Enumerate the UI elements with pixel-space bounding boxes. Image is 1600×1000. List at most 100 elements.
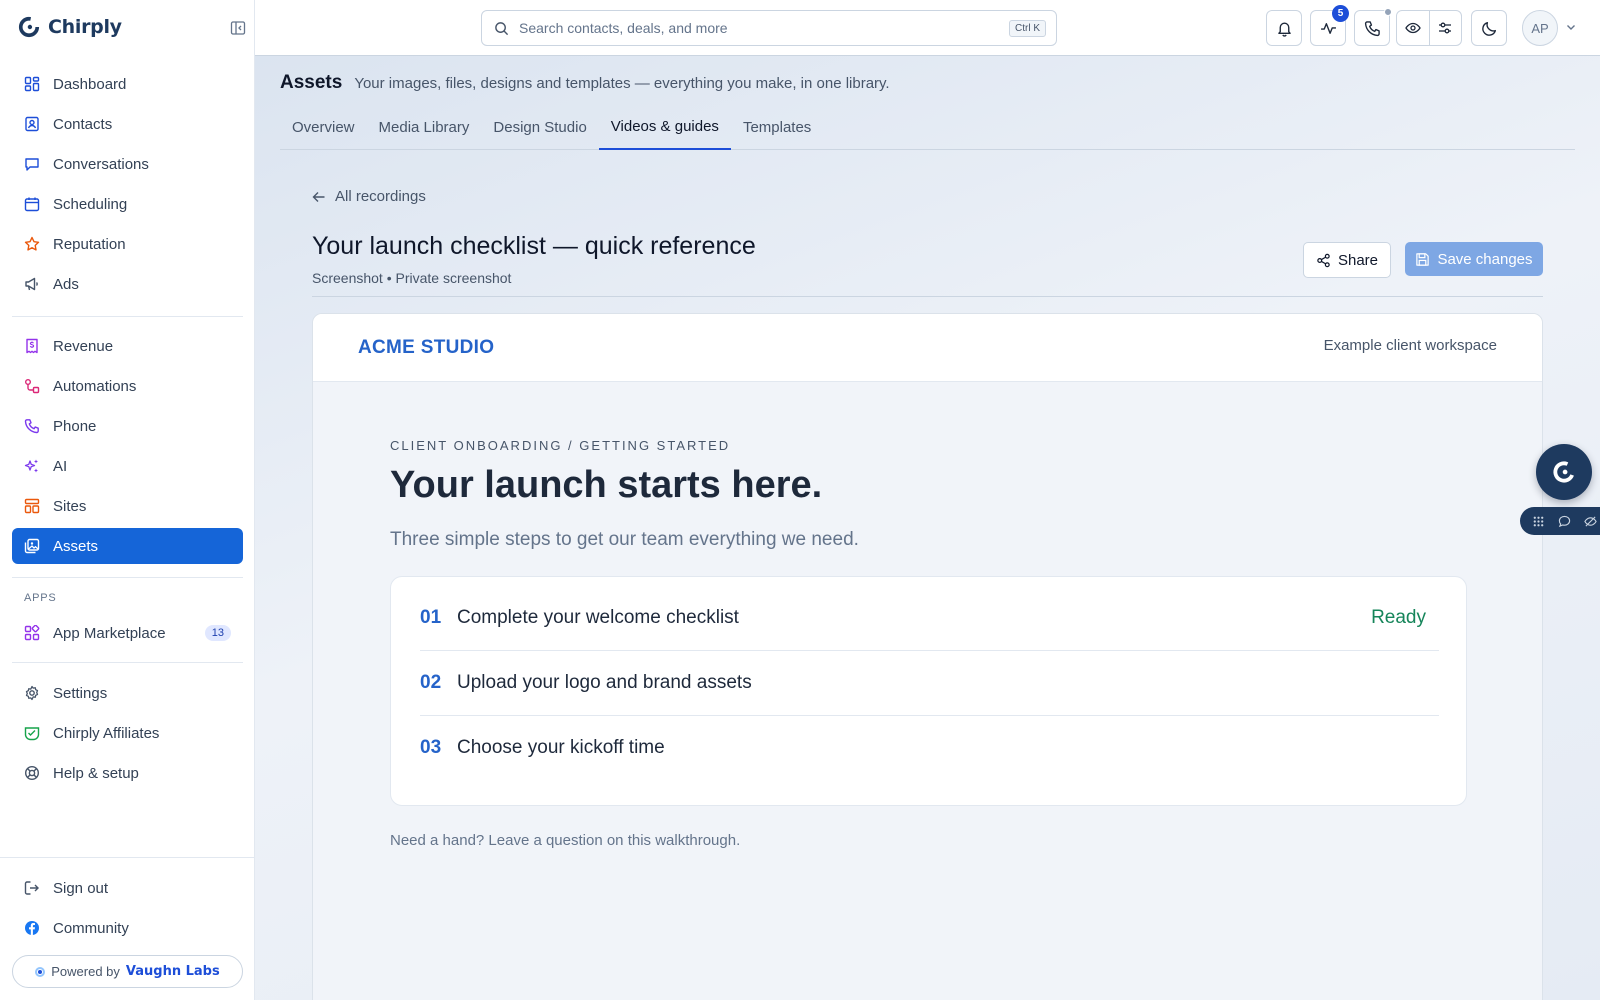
sidebar-item-app-marketplace[interactable]: App Marketplace 13 bbox=[12, 615, 243, 651]
tab-videos-guides[interactable]: Videos & guides bbox=[598, 104, 731, 150]
sidebar-item-assets[interactable]: Assets bbox=[12, 528, 243, 564]
notifications-button[interactable] bbox=[1266, 10, 1302, 46]
header-divider bbox=[312, 296, 1543, 297]
phone-icon bbox=[24, 419, 39, 434]
recording-meta: Screenshot • Private screenshot bbox=[312, 270, 512, 286]
share-icon bbox=[1317, 253, 1330, 267]
phone-icon bbox=[1364, 20, 1380, 36]
eye-icon bbox=[1405, 22, 1421, 34]
save-label: Save changes bbox=[1437, 250, 1533, 268]
sparkles-icon bbox=[24, 459, 38, 473]
moon-icon bbox=[1481, 21, 1496, 36]
step-number: 01 bbox=[420, 607, 442, 628]
dashboard-icon bbox=[24, 76, 40, 92]
step-text: Upload your logo and brand assets bbox=[457, 672, 752, 693]
sidebar-item-community[interactable]: Community bbox=[12, 910, 243, 946]
user-avatar[interactable]: AP bbox=[1522, 10, 1558, 46]
sidebar-item-label: App Marketplace bbox=[53, 624, 166, 642]
phone-status-dot bbox=[1384, 8, 1392, 16]
settings-nav: Settings Chirply Affiliates Help & setup bbox=[12, 675, 243, 795]
sidebar-item-reputation[interactable]: Reputation bbox=[12, 226, 243, 262]
view-options-group bbox=[1396, 10, 1462, 46]
apps-grid-icon bbox=[24, 625, 40, 641]
recording-title: Your launch checklist — quick reference bbox=[312, 232, 756, 260]
theme-toggle-button[interactable] bbox=[1471, 10, 1507, 46]
sidebar-item-revenue[interactable]: Revenue bbox=[12, 328, 243, 364]
back-label: All recordings bbox=[335, 188, 426, 205]
tab-media-library[interactable]: Media Library bbox=[367, 104, 482, 150]
preview-toggle[interactable] bbox=[1397, 11, 1429, 45]
sidebar-item-label: AI bbox=[53, 457, 68, 475]
calendar-icon bbox=[24, 197, 40, 212]
sidebar-item-automations[interactable]: Automations bbox=[12, 368, 243, 404]
receipt-icon bbox=[26, 338, 38, 354]
main-nav: Dashboard Contacts Conversations Schedul… bbox=[12, 66, 243, 306]
comment-icon[interactable] bbox=[1558, 515, 1571, 528]
phone-button[interactable] bbox=[1354, 8, 1392, 46]
sidebar-item-label: Scheduling bbox=[53, 195, 128, 213]
activity-pulse-icon bbox=[1320, 22, 1336, 34]
step-divider bbox=[420, 650, 1439, 651]
sidebar-item-settings[interactable]: Settings bbox=[12, 675, 243, 711]
sidebar-item-dashboard[interactable]: Dashboard bbox=[12, 66, 243, 102]
step-divider bbox=[420, 715, 1439, 716]
sidebar-item-scheduling[interactable]: Scheduling bbox=[12, 186, 243, 222]
sidebar-item-label: Reputation bbox=[53, 235, 126, 253]
collapse-sidebar-icon[interactable] bbox=[230, 20, 246, 36]
global-search[interactable]: Ctrl K bbox=[481, 10, 1057, 46]
top-bar: Ctrl K 5 AP bbox=[255, 0, 1600, 56]
activity-button[interactable]: 5 bbox=[1310, 5, 1349, 46]
bell-icon bbox=[1277, 22, 1291, 37]
facebook-icon bbox=[25, 921, 39, 935]
sidebar-item-contacts[interactable]: Contacts bbox=[12, 106, 243, 142]
nav-divider bbox=[12, 662, 243, 663]
share-button[interactable]: Share bbox=[1303, 242, 1391, 278]
page-subtitle: Your images, files, designs and template… bbox=[354, 75, 890, 92]
sidebar-item-ai[interactable]: AI bbox=[12, 448, 243, 484]
chirply-logo-icon bbox=[18, 16, 40, 38]
lifebuoy-icon bbox=[24, 765, 40, 781]
powered-by-badge[interactable]: Powered by Vaughn Labs bbox=[12, 955, 243, 988]
status-dot-icon bbox=[35, 966, 46, 977]
step-text: Choose your kickoff time bbox=[457, 737, 665, 758]
contacts-icon bbox=[25, 116, 39, 132]
sidebar-item-label: Contacts bbox=[53, 115, 113, 133]
chirply-logo-icon bbox=[1553, 461, 1575, 483]
sidebar-item-conversations[interactable]: Conversations bbox=[12, 146, 243, 182]
star-icon bbox=[24, 236, 40, 251]
sidebar-item-ads[interactable]: Ads bbox=[12, 266, 243, 302]
tab-templates[interactable]: Templates bbox=[731, 104, 823, 150]
save-changes-button[interactable]: Save changes bbox=[1405, 242, 1543, 276]
annotation-toolbar bbox=[1520, 507, 1600, 535]
sidebar-item-label: Settings bbox=[53, 684, 108, 702]
search-icon bbox=[495, 21, 509, 35]
sidebar-item-help[interactable]: Help & setup bbox=[12, 755, 243, 791]
eye-off-icon[interactable] bbox=[1584, 515, 1597, 528]
powered-by-prefix: Powered by bbox=[51, 964, 120, 979]
step-row: 02 Upload your logo and brand assets bbox=[420, 672, 1439, 694]
client-brand-logo: ACME STUDIO bbox=[358, 337, 495, 358]
step-number: 03 bbox=[420, 737, 442, 758]
sidebar-item-phone[interactable]: Phone bbox=[12, 408, 243, 444]
brand[interactable]: Chirply bbox=[18, 16, 122, 38]
tab-overview[interactable]: Overview bbox=[280, 104, 367, 150]
step-text: Complete your welcome checklist bbox=[457, 607, 739, 628]
sidebar-item-sign-out[interactable]: Sign out bbox=[12, 870, 243, 906]
activity-count-badge: 5 bbox=[1332, 5, 1349, 22]
nav-divider bbox=[12, 316, 243, 317]
preview-headline: Your launch starts here. bbox=[390, 464, 823, 506]
sidebar-item-sites[interactable]: Sites bbox=[12, 488, 243, 524]
preview-header: ACME STUDIO Example client workspace bbox=[313, 314, 1542, 382]
back-to-recordings-link[interactable]: All recordings bbox=[312, 188, 426, 205]
sidebar-item-label: Assets bbox=[53, 537, 99, 555]
search-input[interactable] bbox=[519, 20, 999, 36]
tab-design-studio[interactable]: Design Studio bbox=[481, 104, 598, 150]
megaphone-icon bbox=[25, 277, 38, 291]
sidebar-item-affiliates[interactable]: Chirply Affiliates bbox=[12, 715, 243, 751]
drag-handle-icon[interactable] bbox=[1532, 515, 1545, 528]
chat-launcher-button[interactable] bbox=[1536, 444, 1592, 500]
chevron-down-icon[interactable] bbox=[1565, 21, 1577, 33]
sidebar-item-label: Chirply Affiliates bbox=[53, 724, 160, 742]
handshake-icon bbox=[24, 727, 40, 741]
adjustments-toggle[interactable] bbox=[1428, 11, 1461, 45]
